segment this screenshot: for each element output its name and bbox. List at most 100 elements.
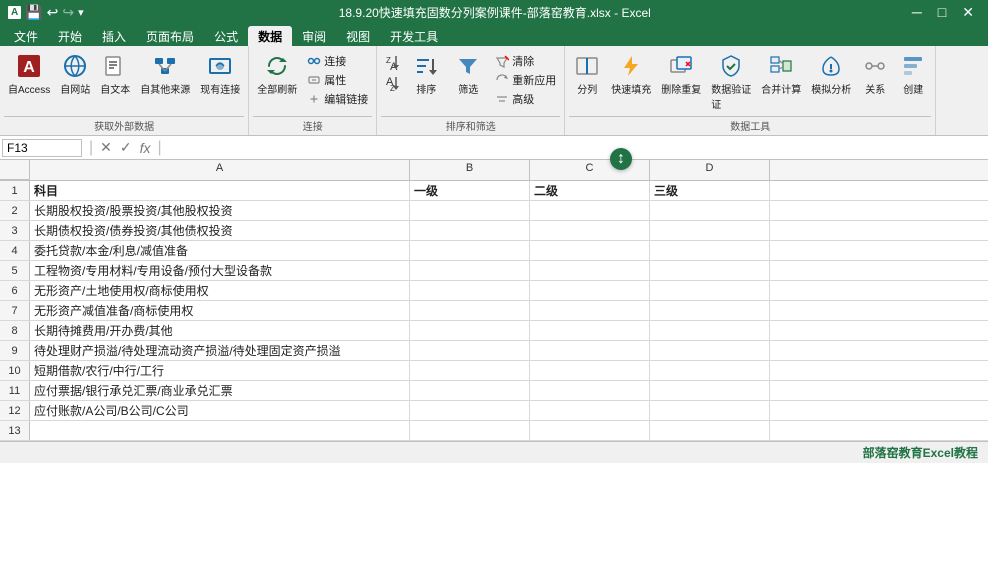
cell[interactable] <box>410 381 530 400</box>
tab-home[interactable]: 开始 <box>48 26 92 46</box>
cell[interactable] <box>650 201 770 220</box>
cell[interactable]: 无形资产减值准备/商标使用权 <box>30 301 410 320</box>
minimize-button[interactable]: ─ <box>906 4 928 20</box>
redo-qat-button[interactable]: ↪ <box>62 4 74 21</box>
cell[interactable] <box>650 221 770 240</box>
sort-desc-button[interactable]: AZ <box>381 73 403 93</box>
save-qat-button[interactable]: 💾 <box>25 4 42 21</box>
cell[interactable] <box>410 221 530 240</box>
access-button[interactable]: A 自Access <box>4 50 54 98</box>
col-header-c[interactable]: C <box>530 160 650 180</box>
cell[interactable] <box>650 301 770 320</box>
cell[interactable] <box>410 321 530 340</box>
cell[interactable] <box>650 381 770 400</box>
cell[interactable] <box>410 281 530 300</box>
flash-fill-button[interactable]: 快速填充 <box>607 50 655 98</box>
cell[interactable] <box>410 341 530 360</box>
col-header-a[interactable]: A <box>30 160 410 180</box>
tab-file[interactable]: 文件 <box>4 26 48 46</box>
tab-insert[interactable]: 插入 <box>92 26 136 46</box>
refresh-all-button[interactable]: 全部刷新 <box>253 50 301 98</box>
web-button[interactable]: 自网站 <box>56 50 94 98</box>
cell[interactable] <box>30 421 410 440</box>
cell[interactable] <box>530 241 650 260</box>
confirm-formula-icon[interactable]: ✓ <box>116 139 136 156</box>
col-header-d[interactable]: D <box>650 160 770 180</box>
insert-function-icon[interactable]: fx <box>136 140 155 156</box>
cell[interactable] <box>650 321 770 340</box>
data-validation-button[interactable]: 数据验证证 <box>707 50 755 113</box>
cell[interactable] <box>650 401 770 420</box>
cell[interactable]: 无形资产/土地使用权/商标使用权 <box>30 281 410 300</box>
restore-button[interactable]: □ <box>932 4 952 20</box>
cell[interactable] <box>530 401 650 420</box>
cell[interactable] <box>650 421 770 440</box>
cell[interactable]: 待处理财产损溢/待处理流动资产损溢/待处理固定资产损溢 <box>30 341 410 360</box>
undo-qat-button[interactable]: ↩ <box>47 4 59 21</box>
other-sources-button[interactable]: 自其他来源 <box>136 50 194 98</box>
cell[interactable] <box>410 421 530 440</box>
cell[interactable] <box>410 261 530 280</box>
cell[interactable] <box>530 281 650 300</box>
cell-reference-input[interactable]: F13 <box>2 139 82 157</box>
sort-button[interactable]: 排序 <box>407 50 445 98</box>
properties-button[interactable]: 属性 <box>303 71 372 89</box>
existing-connections-button[interactable]: 现有连接 <box>196 50 244 98</box>
reapply-button[interactable]: 重新应用 <box>491 71 560 89</box>
cell[interactable] <box>530 301 650 320</box>
cell[interactable] <box>530 201 650 220</box>
cell[interactable] <box>530 321 650 340</box>
cell[interactable] <box>650 281 770 300</box>
formula-input[interactable] <box>165 141 986 155</box>
relationships-button[interactable]: 关系 <box>857 50 893 98</box>
tab-review[interactable]: 审阅 <box>292 26 336 46</box>
tab-data[interactable]: 数据 <box>248 26 292 46</box>
cell[interactable]: 三级 <box>650 181 770 200</box>
text-button[interactable]: 自文本 <box>96 50 134 98</box>
filter-button[interactable]: 筛选 <box>449 50 487 98</box>
cell[interactable]: 应付票据/银行承兑汇票/商业承兑汇票 <box>30 381 410 400</box>
clear-button[interactable]: 清除 <box>491 52 560 70</box>
cell[interactable] <box>650 361 770 380</box>
cell[interactable] <box>650 241 770 260</box>
cell[interactable] <box>410 241 530 260</box>
cell[interactable] <box>530 341 650 360</box>
remove-duplicates-button[interactable]: 删除重复 <box>657 50 705 98</box>
cell[interactable]: 一级 <box>410 181 530 200</box>
cell[interactable]: 长期待摊费用/开办费/其他 <box>30 321 410 340</box>
cell[interactable] <box>530 381 650 400</box>
create-button[interactable]: 创建 <box>895 50 931 98</box>
tab-developer[interactable]: 开发工具 <box>380 26 448 46</box>
connections-button[interactable]: 连接 <box>303 52 372 70</box>
edit-links-button[interactable]: 编辑链接 <box>303 90 372 108</box>
what-if-button[interactable]: 模拟分析 <box>807 50 855 98</box>
cell[interactable] <box>530 261 650 280</box>
tab-formula[interactable]: 公式 <box>204 26 248 46</box>
cell[interactable]: 长期股权投资/股票投资/其他股权投资 <box>30 201 410 220</box>
advanced-button[interactable]: 高级 <box>491 90 560 108</box>
cell[interactable] <box>650 341 770 360</box>
tab-view[interactable]: 视图 <box>336 26 380 46</box>
col-header-b[interactable]: B <box>410 160 530 180</box>
cell[interactable] <box>530 361 650 380</box>
cell[interactable]: 工程物资/专用材料/专用设备/预付大型设备款 <box>30 261 410 280</box>
cell[interactable] <box>650 261 770 280</box>
split-columns-button[interactable]: 分列 <box>569 50 605 98</box>
cell[interactable]: 应付账款/A公司/B公司/C公司 <box>30 401 410 420</box>
cell[interactable] <box>410 401 530 420</box>
cell[interactable] <box>410 201 530 220</box>
cell[interactable] <box>410 301 530 320</box>
cell[interactable]: 长期债权投资/债券投资/其他债权投资 <box>30 221 410 240</box>
cell[interactable] <box>410 361 530 380</box>
cell[interactable] <box>530 421 650 440</box>
sort-asc-button[interactable]: ZA <box>381 52 403 72</box>
cancel-formula-icon[interactable]: ✕ <box>96 139 116 156</box>
cell[interactable]: 委托贷款/本金/利息/减值准备 <box>30 241 410 260</box>
close-button[interactable]: ✕ <box>956 4 980 21</box>
qat-more-button[interactable]: ▾ <box>78 6 84 19</box>
cell[interactable]: 二级 <box>530 181 650 200</box>
cell[interactable]: 短期借款/农行/中行/工行 <box>30 361 410 380</box>
tab-page-layout[interactable]: 页面布局 <box>136 26 204 46</box>
cell[interactable] <box>530 221 650 240</box>
cell[interactable]: 科目 <box>30 181 410 200</box>
